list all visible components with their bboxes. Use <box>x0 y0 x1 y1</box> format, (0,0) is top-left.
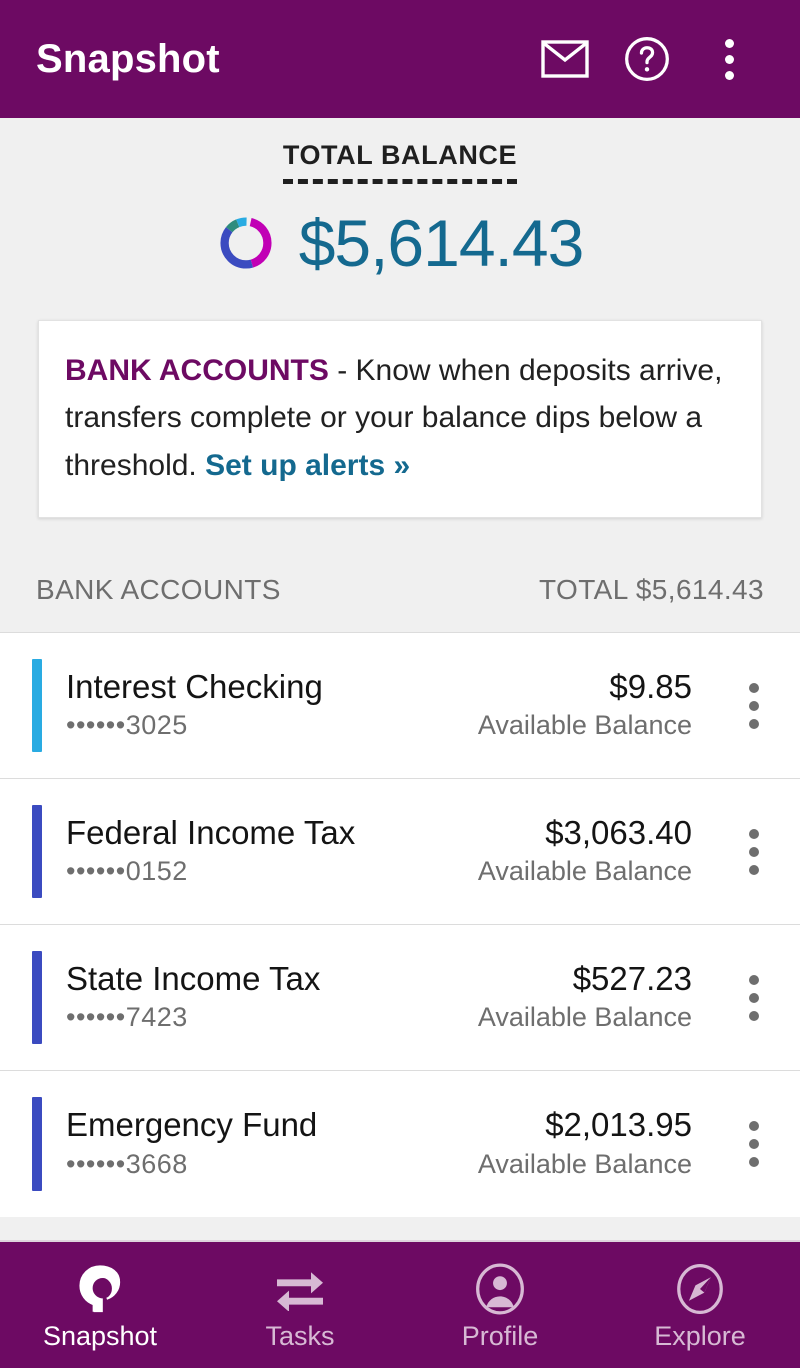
account-overflow-button[interactable] <box>708 925 800 1070</box>
promo-card-wrapper: BANK ACCOUNTS - Know when deposits arriv… <box>0 276 800 519</box>
account-identity: Interest Checking ••••••3025 <box>66 667 323 742</box>
app-bar-actions <box>524 18 770 100</box>
nav-item-profile[interactable]: Profile <box>400 1242 600 1368</box>
account-balance-block: $527.23 Available Balance <box>477 959 692 1034</box>
overflow-menu-icon <box>749 974 759 1021</box>
account-identity: Emergency Fund ••••••3668 <box>66 1108 317 1180</box>
accounts-list: Interest Checking ••••••3025 $9.85 Avail… <box>0 632 800 1218</box>
snapshot-logo-icon <box>74 1261 126 1317</box>
account-balance-caption: Available Balance <box>477 710 692 741</box>
account-row-content: Federal Income Tax ••••••0152 $3,063.40 … <box>42 779 708 924</box>
app-bar: Snapshot <box>0 0 800 118</box>
nav-label: Profile <box>461 1320 539 1351</box>
mail-icon <box>541 40 589 78</box>
total-balance-label: TOTAL BALANCE <box>282 140 518 184</box>
help-icon <box>624 36 670 82</box>
app-screen: Snapshot TOTAL BALANCE $5,614.43 BANK AC… <box>0 0 800 1368</box>
table-row[interactable]: Emergency Fund ••••••3668 $2,013.95 Avai… <box>0 1071 800 1218</box>
account-row-content: Emergency Fund ••••••3668 $2,013.95 Avai… <box>42 1071 708 1217</box>
help-button[interactable] <box>606 18 688 100</box>
account-row-content: State Income Tax ••••••7423 $527.23 Avai… <box>42 925 708 1070</box>
total-balance-section: TOTAL BALANCE $5,614.43 <box>0 118 800 276</box>
account-color-bar <box>32 1097 42 1192</box>
person-circle-icon <box>474 1261 526 1317</box>
account-name: State Income Tax <box>66 959 321 997</box>
overflow-menu-button[interactable] <box>688 18 770 100</box>
account-balance-caption: Available Balance <box>477 1148 692 1179</box>
balance-donut-chart-icon <box>217 214 275 272</box>
account-balance-caption: Available Balance <box>477 856 692 887</box>
overflow-menu-icon <box>749 828 759 875</box>
table-row[interactable]: Federal Income Tax ••••••0152 $3,063.40 … <box>0 779 800 926</box>
account-amount: $3,063.40 <box>545 813 692 851</box>
transfer-arrows-icon <box>273 1261 327 1317</box>
promo-text: BANK ACCOUNTS - Know when deposits arriv… <box>65 347 735 489</box>
section-total: TOTAL $5,614.43 <box>539 574 764 606</box>
account-identity: Federal Income Tax ••••••0152 <box>66 813 356 888</box>
overflow-menu-icon <box>749 1121 759 1168</box>
mail-button[interactable] <box>524 18 606 100</box>
account-mask: ••••••3668 <box>66 1148 188 1179</box>
account-balance-block: $2,013.95 Available Balance <box>478 1108 692 1180</box>
account-identity: State Income Tax ••••••7423 <box>66 959 321 1034</box>
nav-item-snapshot[interactable]: Snapshot <box>0 1242 200 1368</box>
total-balance-amount: $5,614.43 <box>298 206 585 280</box>
nav-label: Explore <box>654 1320 746 1351</box>
total-balance-row: $5,614.43 <box>0 210 800 276</box>
promo-card[interactable]: BANK ACCOUNTS - Know when deposits arriv… <box>38 320 762 519</box>
nav-label: Snapshot <box>42 1320 158 1351</box>
promo-category-label: BANK ACCOUNTS <box>65 354 329 387</box>
account-mask: ••••••7423 <box>66 1002 188 1033</box>
account-balance-block: $3,063.40 Available Balance <box>477 813 692 888</box>
overflow-menu-icon <box>749 682 759 729</box>
account-overflow-button[interactable] <box>708 779 800 924</box>
account-mask: ••••••0152 <box>66 856 188 887</box>
nav-item-tasks[interactable]: Tasks <box>200 1242 400 1368</box>
account-row-content: Interest Checking ••••••3025 $9.85 Avail… <box>42 633 708 778</box>
section-title: BANK ACCOUNTS <box>36 574 281 606</box>
account-name: Interest Checking <box>66 667 323 705</box>
nav-label: Tasks <box>265 1320 335 1351</box>
account-balance-caption: Available Balance <box>477 1002 692 1033</box>
account-balance-block: $9.85 Available Balance <box>477 667 692 742</box>
account-color-bar <box>32 951 42 1045</box>
bottom-navigation: Snapshot Tasks Profile Explore <box>0 1240 800 1368</box>
bank-accounts-section-header: BANK ACCOUNTS TOTAL $5,614.43 <box>0 518 800 632</box>
overflow-menu-icon <box>724 38 734 80</box>
account-color-bar <box>32 659 42 753</box>
account-overflow-button[interactable] <box>708 1071 800 1217</box>
account-color-bar <box>32 805 42 899</box>
account-amount: $527.23 <box>572 959 692 997</box>
account-mask: ••••••3025 <box>66 710 188 741</box>
compass-icon <box>674 1261 726 1317</box>
content-spacer <box>0 1217 800 1240</box>
table-row[interactable]: State Income Tax ••••••7423 $527.23 Avai… <box>0 925 800 1072</box>
account-amount: $2,013.95 <box>545 1106 692 1144</box>
account-name: Federal Income Tax <box>66 813 356 851</box>
table-row[interactable]: Interest Checking ••••••3025 $9.85 Avail… <box>0 633 800 780</box>
set-up-alerts-link[interactable]: Set up alerts » <box>205 449 410 482</box>
page-title: Snapshot <box>36 37 220 81</box>
account-overflow-button[interactable] <box>708 633 800 778</box>
account-amount: $9.85 <box>609 667 692 705</box>
account-name: Emergency Fund <box>66 1106 318 1144</box>
nav-item-explore[interactable]: Explore <box>600 1242 800 1368</box>
